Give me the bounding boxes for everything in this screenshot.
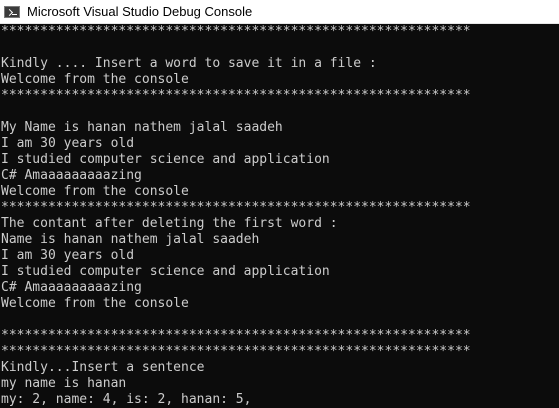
console-line: Name is hanan nathem jalal saadeh bbox=[1, 232, 260, 247]
console-line: Welcome from the console bbox=[1, 296, 189, 311]
console-line: my name is hanan bbox=[1, 376, 127, 391]
console-output[interactable]: ****************************************… bbox=[0, 24, 559, 408]
debug-console-window: Microsoft Visual Studio Debug Console **… bbox=[0, 0, 559, 408]
console-line: Kindly...Insert a sentence bbox=[1, 360, 205, 375]
console-app-icon bbox=[4, 5, 20, 18]
console-line: ****************************************… bbox=[1, 88, 471, 103]
console-line: C# Amaaaaaaaaazing bbox=[1, 280, 142, 295]
console-line: I am 30 years old bbox=[1, 136, 135, 151]
console-line: Welcome from the console bbox=[1, 184, 189, 199]
console-line: I studied computer science and applicati… bbox=[1, 264, 330, 279]
console-line: C# Amaaaaaaaaazing bbox=[1, 168, 142, 183]
console-line: I am 30 years old bbox=[1, 248, 135, 263]
console-line: ****************************************… bbox=[1, 344, 471, 359]
console-line: ****************************************… bbox=[1, 200, 471, 215]
console-line: My Name is hanan nathem jalal saadeh bbox=[1, 120, 283, 135]
title-bar[interactable]: Microsoft Visual Studio Debug Console bbox=[0, 0, 559, 24]
console-line: The contant after deleting the first wor… bbox=[1, 216, 338, 231]
console-line: ****************************************… bbox=[1, 328, 471, 343]
console-line: I studied computer science and applicati… bbox=[1, 152, 330, 167]
console-line: Welcome from the console bbox=[1, 72, 189, 87]
console-line: my: 2, name: 4, is: 2, hanan: 5, bbox=[1, 392, 252, 407]
window-title: Microsoft Visual Studio Debug Console bbox=[27, 4, 253, 19]
console-line: ****************************************… bbox=[1, 24, 471, 39]
console-line: Kindly .... Insert a word to save it in … bbox=[1, 56, 377, 71]
